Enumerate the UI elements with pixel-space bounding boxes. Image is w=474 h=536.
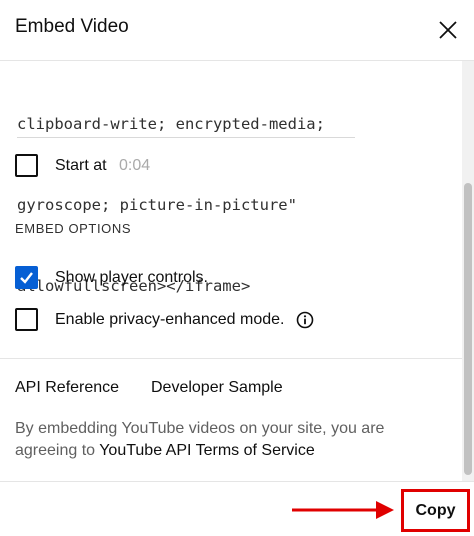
show-player-controls-checkbox[interactable]: [15, 266, 38, 289]
terms-text: By embedding YouTube videos on your site…: [15, 418, 445, 462]
dialog-title: Embed Video: [15, 16, 129, 37]
embed-code-line: clipboard-write; encrypted-media;: [17, 115, 325, 133]
copy-button[interactable]: Copy: [406, 494, 465, 527]
info-icon[interactable]: [296, 311, 314, 329]
checkmark-icon: [20, 272, 33, 284]
annotation-arrow-icon: [292, 501, 394, 519]
embed-code-line: gyroscope; picture-in-picture": [17, 196, 297, 214]
terms-of-service-link[interactable]: YouTube API Terms of Service: [99, 442, 315, 459]
section-divider: [0, 358, 462, 359]
code-box-underline: [17, 137, 355, 138]
show-player-controls-label: Show player controls.: [55, 269, 208, 286]
dialog-header: Embed Video: [0, 0, 474, 60]
start-at-label: Start at: [55, 157, 107, 174]
scrollbar-thumb[interactable]: [464, 183, 472, 475]
start-at-time[interactable]: 0:04: [119, 157, 150, 175]
embed-options-heading: EMBED OPTIONS: [15, 221, 132, 236]
privacy-mode-label: Enable privacy-enhanced mode.: [55, 311, 285, 328]
embed-code-textarea[interactable]: clipboard-write; encrypted-media; gyrosc…: [17, 61, 355, 295]
api-reference-link[interactable]: API Reference: [15, 379, 119, 397]
footer-divider: [0, 481, 474, 482]
developer-sample-link[interactable]: Developer Sample: [151, 379, 283, 397]
start-at-checkbox[interactable]: [15, 154, 38, 177]
privacy-mode-checkbox[interactable]: [15, 308, 38, 331]
close-icon: [439, 21, 457, 39]
close-button[interactable]: [432, 14, 464, 46]
dialog-content: clipboard-write; encrypted-media; gyrosc…: [0, 61, 474, 482]
